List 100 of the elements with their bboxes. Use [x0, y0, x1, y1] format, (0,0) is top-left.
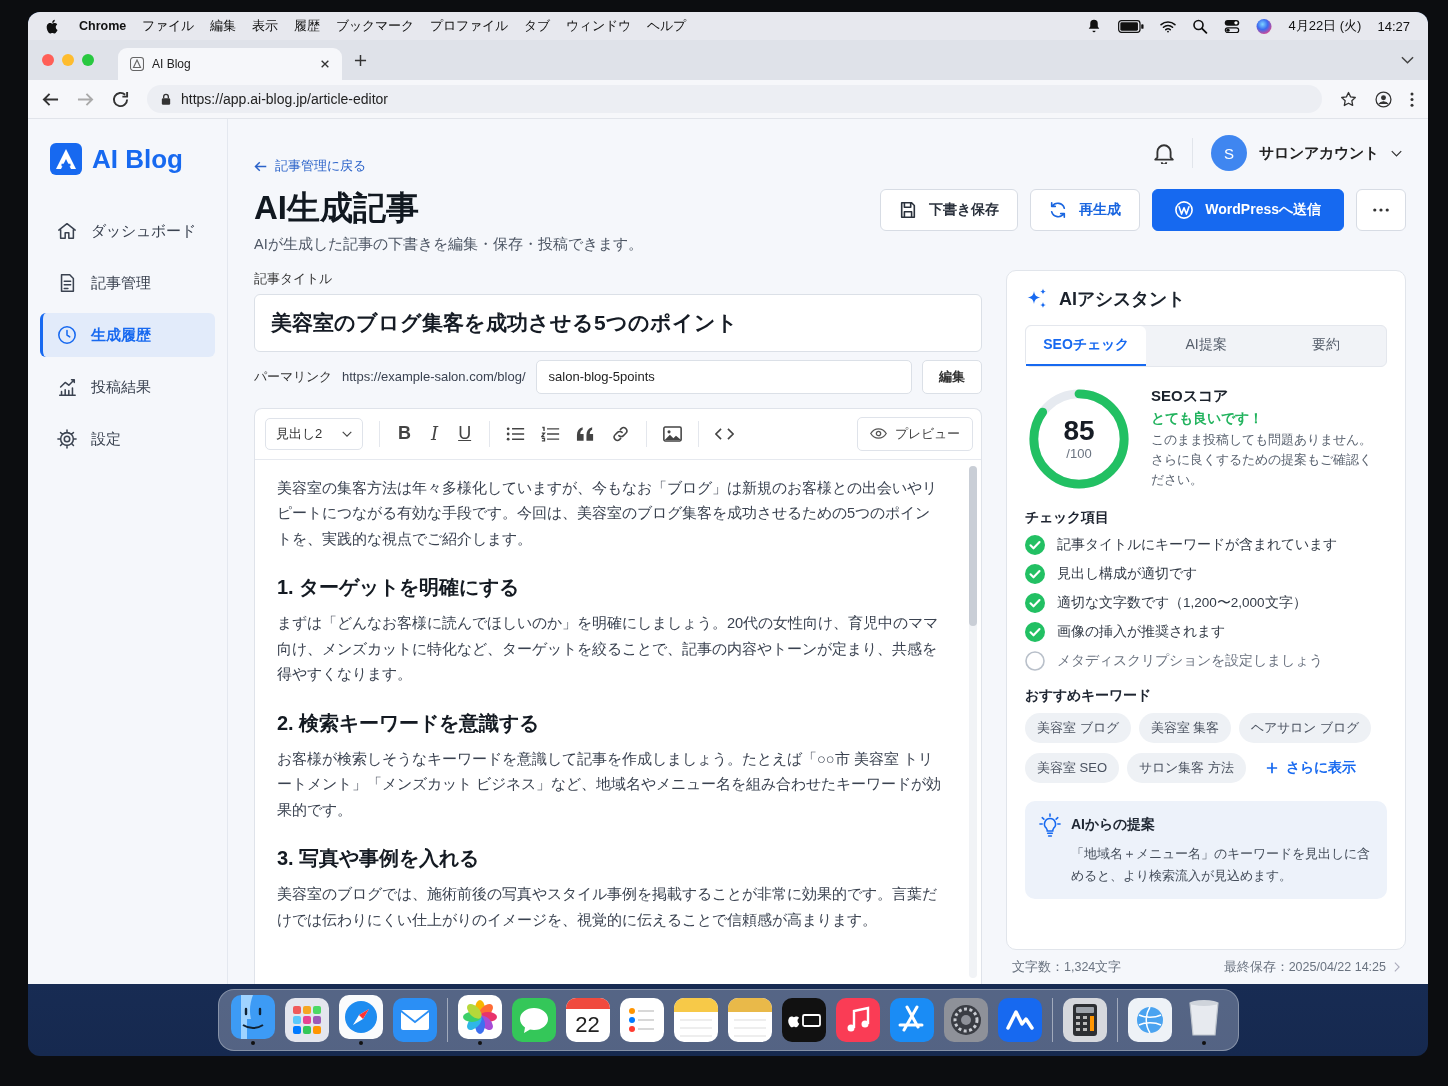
reload-icon[interactable]: [112, 90, 129, 108]
save-draft-button[interactable]: 下書き保存: [880, 189, 1019, 231]
menu-item[interactable]: 履歴: [294, 17, 321, 35]
globe-app-icon[interactable]: [1127, 998, 1172, 1042]
slug-input[interactable]: salon-blog-5points: [535, 359, 912, 394]
assistant-title: AIアシスタント: [1059, 287, 1185, 311]
notepad-app-icon[interactable]: [673, 998, 718, 1042]
time-text: 14:27: [1377, 18, 1410, 34]
more-icon: [1373, 208, 1389, 212]
section-title: チェック項目: [1025, 508, 1110, 527]
section-title: おすすめキーワード: [1025, 686, 1152, 705]
profile-icon[interactable]: [1375, 90, 1392, 108]
regenerate-button[interactable]: 再生成: [1030, 189, 1141, 231]
quote-icon[interactable]: [576, 425, 596, 442]
calculator-app-icon[interactable]: [1062, 998, 1107, 1042]
menu-item[interactable]: ウィンドウ: [566, 17, 632, 35]
battery-icon[interactable]: [1118, 19, 1145, 33]
menu-item[interactable]: タブ: [524, 17, 551, 35]
compass-app-icon[interactable]: [338, 995, 383, 1039]
menu-item[interactable]: プロファイル: [430, 17, 509, 35]
image-icon[interactable]: [663, 425, 683, 442]
chart-icon: [57, 377, 77, 397]
block-style-dropdown[interactable]: 見出し2: [265, 417, 363, 450]
score-title: SEOスコア: [1151, 386, 1229, 406]
keyword-chip[interactable]: 美容室 ブログ: [1025, 712, 1131, 743]
tab[interactable]: AI提案: [1146, 325, 1266, 366]
logo-app-icon[interactable]: [997, 998, 1042, 1042]
kebab-menu-icon[interactable]: [1410, 91, 1414, 107]
nav-item[interactable]: 設定: [40, 417, 215, 461]
character-count: 文字数：1,324文字: [1012, 958, 1122, 976]
speech-bubble-app-icon[interactable]: [511, 998, 556, 1042]
wifi-icon[interactable]: [1160, 18, 1177, 34]
tab[interactable]: 要約: [1266, 325, 1386, 366]
check-item-text: 見出し構成が適切です: [1057, 564, 1197, 583]
browser-tab[interactable]: AI Blog: [118, 48, 342, 80]
link-icon[interactable]: [611, 425, 631, 442]
face-app-icon[interactable]: [230, 995, 275, 1039]
plus-icon[interactable]: [354, 53, 367, 67]
triangle-logo-icon: [130, 57, 144, 71]
permalink-label: パーマリンク: [254, 367, 332, 386]
calendar-app-icon[interactable]: 22: [565, 998, 610, 1042]
italic-button[interactable]: I: [429, 423, 441, 444]
preview-button[interactable]: プレビュー: [857, 416, 973, 451]
code-icon[interactable]: [715, 425, 735, 442]
tab[interactable]: SEOチェック: [1026, 325, 1146, 366]
orb-icon[interactable]: [1256, 18, 1273, 34]
menu-item[interactable]: ブックマーク: [336, 17, 415, 35]
numbered-list-icon[interactable]: [541, 425, 561, 442]
apple-logo-icon[interactable]: [46, 18, 59, 34]
underline-button[interactable]: U: [456, 423, 474, 444]
eye-icon: [870, 428, 887, 439]
star-icon[interactable]: [1340, 90, 1357, 108]
keyword-chip[interactable]: サロン集客 方法: [1127, 752, 1246, 783]
menu-item[interactable]: ファイル: [142, 17, 195, 35]
bold-button[interactable]: B: [396, 423, 413, 444]
account-menu[interactable]: S サロンアカウント: [1211, 135, 1406, 171]
notepad-app-icon[interactable]: [727, 998, 772, 1042]
toggle-switches-icon[interactable]: [1224, 18, 1241, 34]
strokes-app-icon[interactable]: [889, 998, 934, 1042]
article-paragraph: お客様が検索しそうなキーワードを意識して記事を作成しましょう。たとえば「○○市 美容室 トリートメント」「メンズカット ビジネス」など、地域名やメニュー名を組み合わせたキーワードが効果的です。: [277, 749, 943, 820]
nav-item[interactable]: 記事管理: [40, 261, 215, 305]
send-button[interactable]: WordPressへ送信: [1152, 189, 1344, 231]
nav-item[interactable]: ダッシュボード: [40, 209, 215, 253]
flower-app-icon[interactable]: [457, 995, 502, 1039]
menu-item[interactable]: ヘルプ: [647, 17, 687, 35]
keyword-chip[interactable]: ヘアサロン ブログ: [1239, 712, 1371, 743]
checklist-app-icon[interactable]: [619, 998, 664, 1042]
nav-item[interactable]: 投稿結果: [40, 365, 215, 409]
menu-item[interactable]: 表示: [252, 17, 279, 35]
search-icon[interactable]: [1192, 18, 1209, 34]
page-subtitle: AIが生成した記事の下書きを編集・保存・投稿できます。: [254, 234, 643, 254]
bell-icon[interactable]: [1154, 142, 1174, 164]
chevron-down-icon[interactable]: [1401, 56, 1414, 64]
menu-item[interactable]: Chrome: [79, 19, 127, 33]
grid-app-icon[interactable]: [284, 998, 329, 1042]
scrollbar-thumb[interactable]: [969, 465, 977, 626]
tv-app-icon[interactable]: [781, 998, 826, 1042]
lock-icon: [161, 93, 171, 105]
menu-item[interactable]: 編集: [210, 17, 237, 35]
envelope-app-icon[interactable]: [392, 998, 437, 1042]
nav-item[interactable]: 生成履歴: [40, 313, 215, 357]
logo-icon[interactable]: [50, 143, 82, 175]
title-input[interactable]: 美容室のブログ集客を成功させる5つのポイント: [254, 293, 982, 352]
keyword-chip[interactable]: 美容室 SEO: [1025, 752, 1120, 783]
bullet-list-icon[interactable]: [506, 425, 526, 442]
gear-app-icon[interactable]: [943, 998, 988, 1042]
music-note-app-icon[interactable]: [835, 998, 880, 1042]
show-more-link[interactable]: さらに表示: [1265, 758, 1356, 777]
check-item-text: 記事タイトルにキーワードが含まれています: [1057, 535, 1337, 554]
chevron-down-icon: [342, 430, 352, 437]
permalink-base-url: https://example-salon.com/blog/: [342, 369, 526, 384]
chevron-right-icon: [1394, 962, 1400, 972]
keyword-chip[interactable]: 美容室 集客: [1138, 712, 1232, 743]
back-link[interactable]: 記事管理に戻る: [254, 157, 366, 175]
address-bar[interactable]: https://app.ai-blog.jp/article-editor: [147, 85, 1322, 113]
close-icon[interactable]: [320, 59, 330, 69]
home-icon: [57, 221, 77, 241]
suggestion-title: AIからの提案: [1071, 815, 1155, 834]
running-dot-icon: [250, 1041, 255, 1045]
edit-button[interactable]: 編集: [922, 359, 982, 394]
